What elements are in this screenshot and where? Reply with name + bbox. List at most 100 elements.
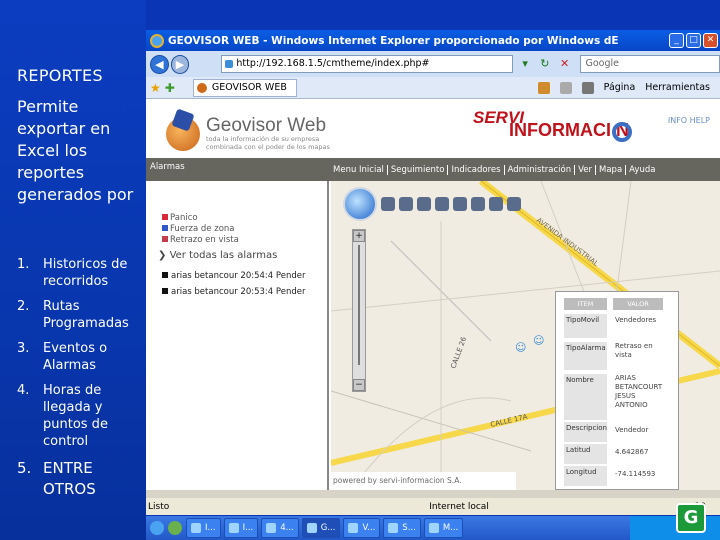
info-item: Nombre [564,374,607,420]
favorites-star-icon[interactable]: ★ [150,81,161,95]
slide-description: Permite exportar en Excel los reportes g… [17,97,134,204]
refresh-icon[interactable]: ↻ [537,56,553,72]
feeds-icon[interactable] [559,81,572,94]
compass-icon[interactable] [343,187,377,221]
alarm-row[interactable]: arias betancour 20:54:4 Pender [162,271,305,281]
alarm-row[interactable]: arias betancour 20:53:4 Pender [162,287,305,297]
menu-item-administracion[interactable]: Administración [505,164,576,175]
zoom-track[interactable] [358,245,360,365]
menu-item-indicadores[interactable]: Indicadores [448,164,505,175]
close-button[interactable]: ✕ [703,33,718,48]
legend-panico: Panico [162,213,198,223]
info-value: ARIAS BETANCOURT JESUS ANTONIO [615,374,663,409]
menu-item-mapa[interactable]: Mapa [596,164,627,175]
info-item: Descripcion [564,422,607,442]
reload-icon[interactable] [507,197,521,211]
info-icon[interactable] [471,197,485,211]
taskbar: I... I... 4... G... V... S... M... [146,516,720,540]
url-field[interactable]: http://192.168.1.5/cmtheme/index.php# [221,55,514,73]
system-tray [630,516,720,540]
vehicle-marker-icon[interactable]: ☺ [515,341,526,354]
command-bar: Página Herramientas [537,81,720,94]
ie-quicklaunch-icon[interactable] [150,521,164,535]
zoom-area-icon[interactable] [435,197,449,211]
desktop-quicklaunch-icon[interactable] [168,521,182,535]
info-value: Vendedores [615,316,657,324]
home-icon[interactable] [537,81,550,94]
tab-geovisor[interactable]: GEOVISOR WEB [192,78,297,97]
pan-icon[interactable] [381,197,395,211]
menu-item-inicial[interactable]: Menu Inicial [330,164,388,175]
taskbar-item[interactable]: M... [423,518,464,538]
zoom-slider[interactable]: + − [352,229,366,392]
menu-item-seguimiento[interactable]: Seguimiento [388,164,449,175]
stop-icon[interactable]: ✕ [557,56,573,72]
geovisor-logo-icon [166,117,200,151]
maximize-button[interactable]: □ [686,33,701,48]
forward-button[interactable]: ▶ [170,54,190,74]
street-label: CALLE 26 [449,335,468,369]
add-favorite-icon[interactable]: ✚ [165,81,175,95]
zoom-out-icon[interactable] [417,197,431,211]
list-item: 1. Historicos de recorridos [17,257,128,289]
logo-name: Geovisor Web [206,115,327,136]
map-toolbar [343,186,553,222]
alarms-title: Alarmas [150,162,185,172]
taskbar-item[interactable]: I... [186,518,221,538]
info-value: -74.114593 [615,470,656,478]
brand-logo-icon [612,122,632,142]
info-value: 4.642867 [615,448,649,456]
list-item: 3. Eventos o Alarmas [17,341,108,373]
slide-panel: REPORTES Permite exportar en Excel los r… [0,0,146,540]
address-bar: ◀ ▶ http://192.168.1.5/cmtheme/index.php… [146,51,720,77]
info-item: Latitud [564,444,607,464]
back-button[interactable]: ◀ [150,54,169,74]
site-header: Geovisor Web toda la información de su e… [146,99,720,158]
zoom-minus-button[interactable]: − [353,379,365,391]
status-text: Listo [148,501,170,512]
title-bar: GEOVISOR WEB - Windows Internet Explorer… [146,30,720,51]
menu-item-ver[interactable]: Ver [575,164,597,175]
taskbar-item[interactable]: 4... [261,518,299,538]
minimize-button[interactable]: _ [669,33,684,48]
map-area[interactable]: AVENIDA INDUSTRIAL CALLE 17A CALLE 26 + … [331,181,720,490]
info-value: Retraso en vista [615,342,653,359]
taskbar-item[interactable]: S... [383,518,421,538]
vehicle-marker-icon[interactable]: ☺ [533,334,544,347]
menu-item-ayuda[interactable]: Ayuda [626,165,658,175]
logo-tagline: toda la información de su empresa combin… [206,135,330,151]
list-item: 2. Rutas Programadas [17,299,129,331]
header-links[interactable]: INFO HELP [668,116,710,125]
page-menu[interactable]: Página [604,82,636,93]
info-header-value: VALOR [613,298,663,310]
layers-icon[interactable] [489,197,503,211]
status-bar: Listo Internet local 10 [146,498,720,515]
taskbar-item[interactable]: I... [223,518,259,538]
tools-menu[interactable]: Herramientas [645,82,710,93]
all-alarms-link[interactable]: ❯ Ver todas las alarmas [158,250,277,261]
taskbar-item[interactable]: V... [343,518,381,538]
taskbar-item[interactable]: G... [301,518,341,538]
main-menu: Menu Inicial Seguimiento Indicadores Adm… [330,158,658,181]
security-zone: Internet local [429,501,489,512]
info-item: TipoMovil [564,314,607,338]
info-value: Vendedor [615,426,649,434]
print-icon[interactable] [581,81,594,94]
zoom-plus-button[interactable]: + [353,230,365,242]
menu-bar: Alarmas Menu Inicial Seguimiento Indicad… [146,158,720,181]
geovisor-desktop-icon[interactable]: G [676,503,706,533]
alarm-panel: Panico Fuerza de zona Retrazo en vista ❯… [146,181,329,490]
brand-informacion: INFORMACI N [509,120,629,140]
north-icon[interactable] [453,197,467,211]
legend-retrazo: Retrazo en vista [162,235,239,245]
search-input[interactable]: Google [580,55,720,73]
chevron-icon: ❯ [158,250,170,261]
slide-title: REPORTES [17,66,103,85]
dropdown-icon[interactable]: ▾ [517,56,533,72]
browser-window: GEOVISOR WEB - Windows Internet Explorer… [146,30,720,515]
info-header-item: ITEM [564,298,607,310]
list-item: 5. ENTRE OTROS [17,459,96,498]
list-item: 4. Horas de llegada y puntos de control [17,383,108,449]
zoom-in-icon[interactable] [399,197,413,211]
street-label: CALLE 17A [490,413,529,429]
